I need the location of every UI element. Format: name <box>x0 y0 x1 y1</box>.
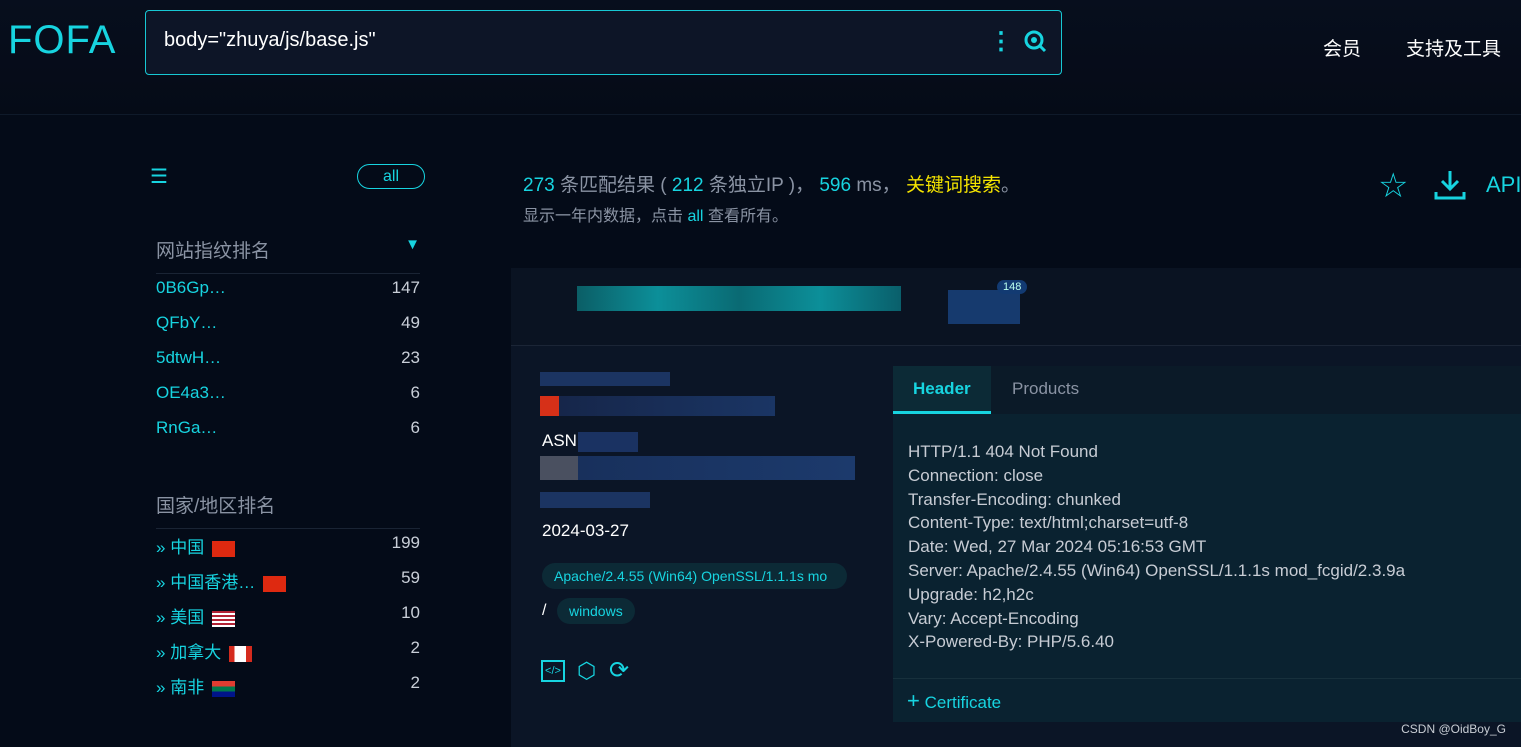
fingerprint-count: 6 <box>410 383 420 402</box>
redacted-location <box>540 396 775 416</box>
chevron-double-right-icon: » <box>156 608 166 627</box>
section-title: 网站指纹排名 <box>156 241 271 262</box>
keyword-search-link[interactable]: 关键词搜索 <box>906 175 1001 196</box>
redacted-asn <box>578 432 638 452</box>
search-box[interactable]: ⋮ <box>145 10 1062 75</box>
result-count: 273 <box>523 175 555 196</box>
star-icon[interactable]: ☆ <box>1378 166 1408 206</box>
chevron-double-right-icon: » <box>156 643 166 662</box>
flag-us-icon <box>212 610 236 627</box>
fingerprint-name[interactable]: 5dtwH… <box>156 348 221 368</box>
flag-za-icon <box>212 680 236 697</box>
plus-icon: + <box>907 688 920 713</box>
fingerprint-name[interactable]: QFbY… <box>156 313 217 333</box>
more-options-icon[interactable]: ⋮ <box>989 27 1013 56</box>
detail-tabs: Header Products <box>893 366 1521 414</box>
fingerprint-name[interactable]: OE4a3… <box>156 383 226 403</box>
all-toggle[interactable]: all <box>357 164 425 189</box>
chevron-double-right-icon: » <box>156 538 166 557</box>
country-name[interactable]: 南非 <box>170 678 204 697</box>
country-row[interactable]: » 中国香港… 59 <box>156 568 420 593</box>
country-count: 2 <box>410 638 420 657</box>
ip-count: 212 <box>671 175 704 196</box>
label: ms， <box>856 175 901 196</box>
country-count: 10 <box>401 603 420 622</box>
search-input[interactable] <box>164 29 964 52</box>
fingerprint-name[interactable]: RnGa… <box>156 418 217 438</box>
fingerprint-count: 6 <box>410 418 420 437</box>
os-tag[interactable]: windows <box>557 598 635 624</box>
fingerprint-name[interactable]: 0B6Gp… <box>156 278 226 298</box>
country-count: 59 <box>401 568 420 587</box>
chevron-double-right-icon: » <box>156 678 166 697</box>
fingerprint-count: 49 <box>401 313 420 332</box>
data-range-note: 显示一年内数据，点击 all 查看所有。 <box>523 202 788 226</box>
query-time: 596 <box>819 175 852 196</box>
search-icon[interactable] <box>1023 29 1047 53</box>
country-name[interactable]: 美国 <box>170 608 204 627</box>
cube-icon[interactable]: ⬡ <box>577 658 596 684</box>
download-icon[interactable] <box>1433 168 1467 202</box>
nav-tools[interactable]: 支持及工具 <box>1406 34 1501 61</box>
redacted-ip <box>540 372 670 386</box>
result-summary: 273 条匹配结果 ( 212 条独立IP )， 596 ms， 关键词搜索。 <box>523 170 1020 197</box>
label: 条匹配结果 ( <box>559 175 667 196</box>
redacted-org <box>540 456 855 480</box>
filter-icon[interactable]: ▼ <box>405 236 420 253</box>
fofa-logo[interactable]: FOFA <box>8 18 116 63</box>
refresh-icon[interactable]: ⟳ <box>609 656 629 685</box>
redacted-host <box>577 286 901 311</box>
label: 。 <box>1000 175 1020 196</box>
result-date: 2024-03-27 <box>542 521 629 540</box>
certificate-label: Certificate <box>924 693 1002 712</box>
fingerprint-row[interactable]: OE4a3… 6 <box>156 383 420 403</box>
country-row[interactable]: » 南非 2 <box>156 673 420 698</box>
flag-hk-icon <box>263 575 287 592</box>
fingerprint-row[interactable]: RnGa… 6 <box>156 418 420 438</box>
fingerprint-row[interactable]: 5dtwH… 23 <box>156 348 420 368</box>
server-tag[interactable]: Apache/2.4.55 (Win64) OpenSSL/1.1.1s mo <box>542 563 847 589</box>
asn-label: ASN <box>542 431 577 450</box>
flag-ca-icon <box>229 645 253 662</box>
code-icon[interactable]: </> <box>541 660 565 682</box>
filter-settings-icon[interactable]: ☰ <box>150 164 168 189</box>
count-badge: 148 <box>997 280 1028 294</box>
fingerprint-row[interactable]: QFbY… 49 <box>156 313 420 333</box>
chevron-double-right-icon: » <box>156 573 166 592</box>
redacted-field <box>540 492 650 508</box>
label: 条独立IP )， <box>708 175 815 196</box>
tab-header[interactable]: Header <box>893 366 991 414</box>
fingerprint-count: 23 <box>401 348 420 367</box>
country-count: 199 <box>391 533 420 552</box>
fingerprint-row[interactable]: 0B6Gp… 147 <box>156 278 420 298</box>
country-name[interactable]: 加拿大 <box>170 643 221 662</box>
country-name[interactable]: 中国香港… <box>170 573 255 592</box>
nav-membership[interactable]: 会员 <box>1323 34 1361 61</box>
flag-cn-icon <box>212 540 236 557</box>
certificate-toggle[interactable]: + Certificate <box>893 678 1521 722</box>
label: 显示一年内数据，点击 <box>523 208 684 225</box>
redacted-link <box>948 290 1020 324</box>
fingerprint-count: 147 <box>391 278 420 297</box>
fingerprint-ranking-title: 网站指纹排名 ▼ <box>156 236 420 274</box>
result-card-header: 148 <box>511 268 1521 346</box>
country-row[interactable]: » 加拿大 2 <box>156 638 420 663</box>
watermark: CSDN @OidBoy_G <box>1401 722 1506 736</box>
country-row[interactable]: » 美国 10 <box>156 603 420 628</box>
country-name[interactable]: 中国 <box>170 538 204 557</box>
country-ranking-title: 国家/地区排名 <box>156 491 420 529</box>
country-row[interactable]: » 中国 199 <box>156 533 420 558</box>
header-panel: HTTP/1.1 404 Not Found Connection: close… <box>893 414 1521 722</box>
label: 查看所有。 <box>707 208 788 225</box>
api-button[interactable]: API <box>1486 172 1521 198</box>
http-header-text: HTTP/1.1 404 Not Found Connection: close… <box>908 442 1406 652</box>
country-count: 2 <box>410 673 420 692</box>
tab-products[interactable]: Products <box>992 366 1099 414</box>
all-link[interactable]: all <box>687 208 703 225</box>
separator: / <box>542 602 547 619</box>
